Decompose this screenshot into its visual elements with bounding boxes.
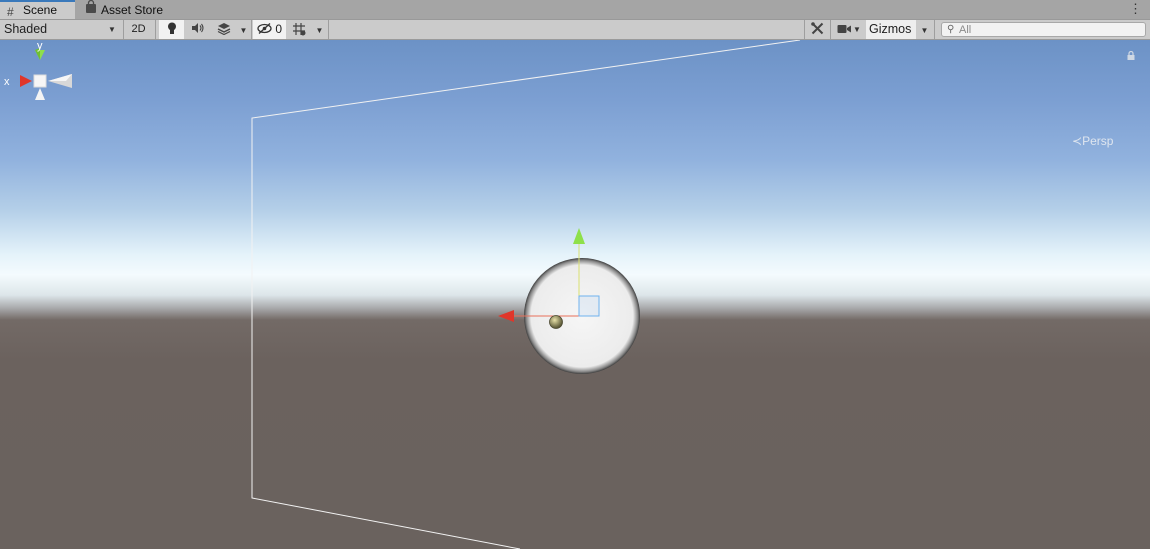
light-icon[interactable] [549,315,563,329]
perspective-icon: ≺ [1072,134,1083,148]
chevron-down-icon: ▼ [239,26,248,35]
divider [155,20,156,39]
tab-asset-store-label: Asset Store [101,3,164,17]
tools-button[interactable] [806,20,828,39]
gizmos-dropdown[interactable]: ▼ [916,20,933,39]
search-icon: ⚲ [947,24,955,35]
divider [804,20,805,39]
chevron-down-icon: ▼ [853,25,861,34]
tab-asset-store[interactable]: Asset Store [84,0,174,19]
camera-icon [837,22,852,36]
axis-label-y: y [37,40,43,52]
hidden-count: 0 [275,22,283,36]
neg-y-axis-cone[interactable] [35,88,45,100]
divider [123,20,124,39]
hidden-objects-toggle[interactable]: 0 [253,20,286,39]
layers-effects-icon [217,22,231,36]
effects-dropdown[interactable]: ▼ [236,20,251,39]
tab-scene-label: Scene [23,3,58,17]
persp-label: Persp [1082,134,1114,148]
divider [934,20,935,39]
camera-settings-dropdown[interactable]: ▼ [833,20,863,39]
grid-snap-icon [292,22,306,36]
scene-effects-button[interactable] [212,20,235,39]
scene-audio-button[interactable] [186,20,210,39]
plane-handle[interactable] [578,295,600,317]
scene-lighting-button[interactable] [159,20,184,39]
grid-snap-button[interactable] [288,20,310,39]
2d-toggle-button[interactable]: 2D [126,20,151,39]
divider [251,20,252,39]
draw-mode-dropdown[interactable]: Shaded ▼ [0,20,122,39]
projection-mode-label[interactable]: ≺Persp [1072,134,1113,148]
chevron-down-icon: ▼ [920,26,929,35]
grid-icon: # [7,5,14,19]
center-cube[interactable] [33,74,47,88]
gizmos-button[interactable]: Gizmos [866,20,916,39]
divider [830,20,831,39]
axis-label-x: x [4,76,10,88]
tab-bar: # Scene Asset Store ⋮ [0,0,1150,20]
scene-canvas [251,40,801,549]
camera-frustum-outline [251,40,801,549]
x-axis-cone[interactable] [20,75,32,87]
speaker-icon [191,22,205,36]
orientation-gizmo[interactable]: y x [0,40,80,120]
scene-search-field[interactable]: ⚲ [941,22,1146,37]
scene-toolbar: Shaded ▼ 2D ▼ 0 ▼ ▼ Gizmos ▼ ⚲ All [0,20,1150,40]
lightbulb-icon [167,22,177,36]
tab-scene[interactable]: # Scene [0,0,75,19]
draw-mode-value: Shaded [4,22,48,36]
kebab-menu-icon[interactable]: ⋮ [1129,1,1142,17]
chevron-down-icon: ▼ [315,26,324,35]
search-input[interactable] [959,23,1139,36]
chevron-down-icon: ▼ [108,25,116,34]
divider [328,20,329,39]
grid-dropdown[interactable]: ▼ [312,20,327,39]
scene-viewport[interactable]: y x ≺Persp [0,40,1150,549]
x-axis-arrow[interactable] [498,310,514,322]
hidden-eye-icon [257,22,275,36]
shopping-bag-icon [85,0,97,20]
tools-icon [810,22,824,36]
y-axis-arrow[interactable] [573,228,585,244]
